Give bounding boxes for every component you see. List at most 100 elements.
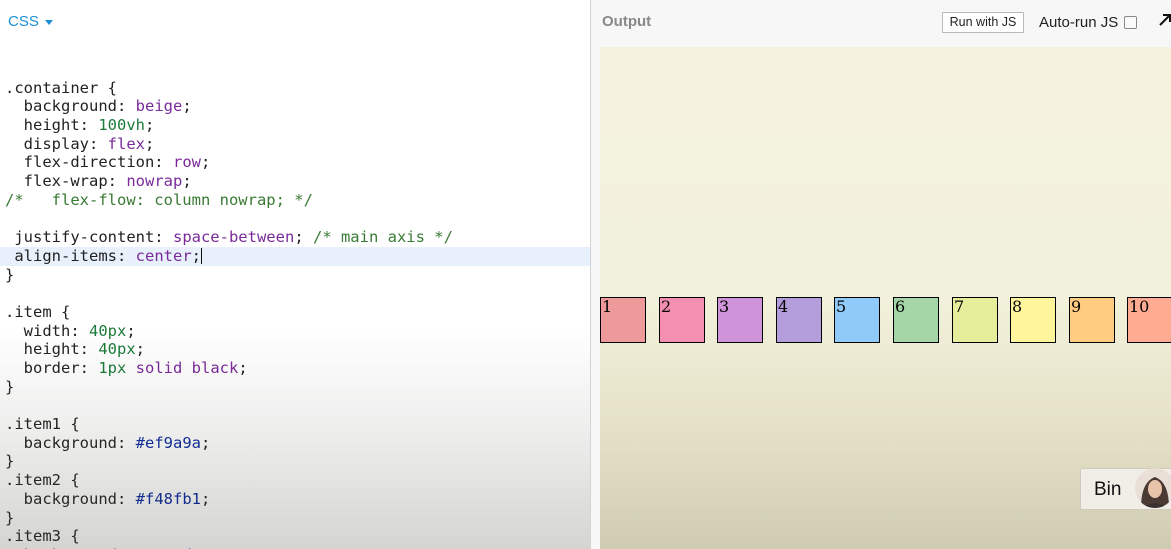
code-token: solid black [135, 359, 239, 377]
flex-item-6: 6 [893, 297, 939, 343]
code-token: 100vh [98, 116, 145, 135]
code-token: 40px [98, 340, 136, 359]
flex-item-10: 10 [1127, 297, 1171, 343]
flex-item-4: 4 [776, 297, 822, 343]
code-token: ; [135, 340, 145, 359]
code-line[interactable]: flex-direction: row; [0, 153, 590, 172]
code-token: row [172, 153, 201, 172]
code-token: .container { [5, 78, 117, 97]
code-line[interactable]: justify-content: space-between; /* main … [0, 228, 590, 247]
code-token: ; [182, 97, 192, 116]
code-line[interactable] [0, 396, 590, 415]
code-line[interactable]: } [0, 266, 590, 285]
code-token: /* flex-flow: column nowrap; */ [5, 190, 313, 209]
code-line[interactable]: .container { [0, 79, 590, 98]
code-token: beige [135, 97, 183, 116]
code-token: ; [200, 489, 211, 508]
code-token: display: [5, 134, 108, 153]
output-title: Output [602, 13, 652, 30]
flex-item-9: 9 [1069, 297, 1115, 343]
code-line[interactable] [0, 60, 590, 79]
code-line[interactable]: align-items: center; [0, 246, 590, 266]
code-line[interactable]: } [0, 509, 590, 528]
output-header: Output Run with JS Auto-run JS [591, 0, 1171, 44]
code-token: .item { [5, 302, 71, 321]
flex-item-2: 2 [659, 297, 705, 343]
code-token: ; [200, 433, 211, 452]
avatar [1135, 468, 1171, 508]
code-token: #f48fb1 [135, 489, 201, 508]
code-token: } [5, 377, 15, 396]
run-with-js-button[interactable]: Run with JS [942, 12, 1024, 33]
code-editor[interactable]: .container { background: beige; height: … [0, 60, 590, 549]
code-line[interactable]: } [0, 378, 590, 397]
flex-item-7: 7 [952, 297, 998, 343]
code-token: border: [5, 359, 99, 377]
code-line[interactable]: background: #ef9a9a; [0, 434, 590, 453]
code-token: .item1 { [5, 415, 80, 434]
code-token: background: [5, 489, 136, 508]
code-token: .item3 { [5, 527, 80, 546]
code-token: ; [200, 153, 211, 172]
expand-arrow-icon[interactable] [1157, 10, 1171, 30]
code-token: ; [126, 321, 136, 340]
code-token: } [5, 265, 15, 284]
code-token: ; [294, 228, 313, 247]
code-token: flex-direction: [5, 153, 173, 172]
code-token: space-between [172, 228, 295, 247]
code-line[interactable]: .item { [0, 303, 590, 322]
language-label: CSS [8, 12, 39, 30]
code-token: width: [5, 321, 89, 340]
code-token: align-items: [5, 246, 136, 265]
code-token: height: [5, 340, 99, 359]
code-token: .item2 { [5, 471, 80, 490]
code-token: flex-wrap: [5, 172, 127, 191]
text-cursor [201, 247, 202, 264]
code-line[interactable]: background: #f48fb1; [0, 490, 590, 509]
code-line[interactable]: .item1 { [0, 415, 590, 434]
code-token: ; [182, 172, 192, 191]
code-line[interactable]: height: 100vh; [0, 116, 590, 135]
flex-item-1: 1 [600, 297, 646, 343]
code-line[interactable]: width: 40px; [0, 322, 590, 341]
code-token: #ef9a9a [135, 433, 201, 452]
code-line[interactable]: display: flex; [0, 135, 590, 154]
code-line[interactable] [0, 210, 590, 229]
code-token: /* main axis */ [312, 228, 453, 247]
code-line[interactable]: border: 1px solid black; [0, 359, 590, 378]
bin-badge[interactable]: Bin [1080, 468, 1171, 510]
code-line[interactable] [0, 284, 590, 303]
css-editor-panel: CSS .container { background: beige; heig… [0, 0, 590, 549]
code-token: ; [144, 134, 155, 153]
autorun-toggle[interactable]: Auto-run JS [1039, 12, 1138, 32]
code-line[interactable]: } [0, 452, 590, 471]
code-line[interactable]: .item3 { [0, 527, 590, 546]
flex-item-5: 5 [834, 297, 880, 343]
autorun-checkbox[interactable] [1124, 15, 1138, 29]
output-panel: Output Run with JS Auto-run JS 123456789… [591, 0, 1171, 549]
code-token: flex [107, 134, 145, 153]
code-token: center [135, 246, 192, 265]
code-token: 1px [98, 359, 127, 377]
flex-item-8: 8 [1010, 297, 1056, 343]
code-token: background: [5, 97, 136, 116]
code-token: background: [5, 433, 136, 452]
bin-label: Bin [1094, 479, 1122, 500]
code-token: 40px [89, 321, 127, 340]
code-token: ; [145, 116, 155, 135]
code-line[interactable]: /* flex-flow: column nowrap; */ [0, 191, 590, 210]
code-token: } [5, 508, 15, 527]
flex-container: 1 2 3 4 5 6 7 8 9 10 [600, 297, 1171, 345]
code-line[interactable]: .item2 { [0, 471, 590, 490]
code-token: ; [238, 359, 248, 377]
code-line[interactable]: height: 40px; [0, 340, 590, 359]
code-token: height: [5, 116, 99, 135]
code-line[interactable]: flex-wrap: nowrap; [0, 172, 590, 191]
caret-down-icon [44, 19, 53, 25]
code-token: justify-content: [5, 228, 173, 247]
code-token: nowrap [126, 172, 183, 191]
language-selector[interactable]: CSS [8, 11, 53, 31]
code-token: } [5, 452, 15, 471]
code-line[interactable]: background: beige; [0, 97, 590, 116]
